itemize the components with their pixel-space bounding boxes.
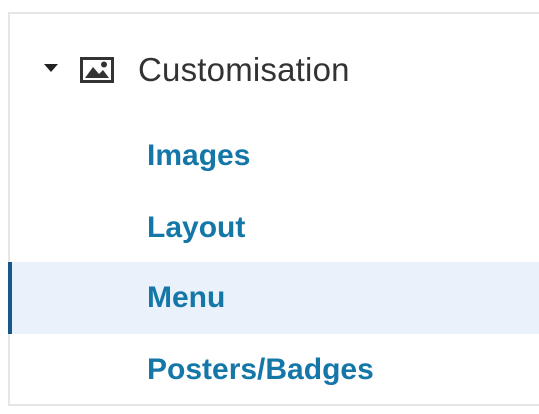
section-header-customisation[interactable]: Customisation [10,50,539,90]
menu-item-images[interactable]: Images [10,120,539,192]
menu-item-label[interactable]: Posters/Badges [147,353,374,387]
menu-item-label[interactable]: Images [147,139,250,173]
menu-item-posters-badges[interactable]: Posters/Badges [10,334,539,406]
customisation-panel: Customisation Images Layout Menu Posters… [8,12,539,406]
menu-item-menu[interactable]: Menu [8,262,539,334]
menu-item-label[interactable]: Menu [147,281,225,315]
image-icon [80,57,114,83]
caret-down-icon[interactable] [44,64,58,72]
section-title: Customisation [138,51,350,88]
menu-item-label[interactable]: Layout [147,211,245,245]
menu-item-layout[interactable]: Layout [10,192,539,264]
active-indicator [8,262,12,334]
